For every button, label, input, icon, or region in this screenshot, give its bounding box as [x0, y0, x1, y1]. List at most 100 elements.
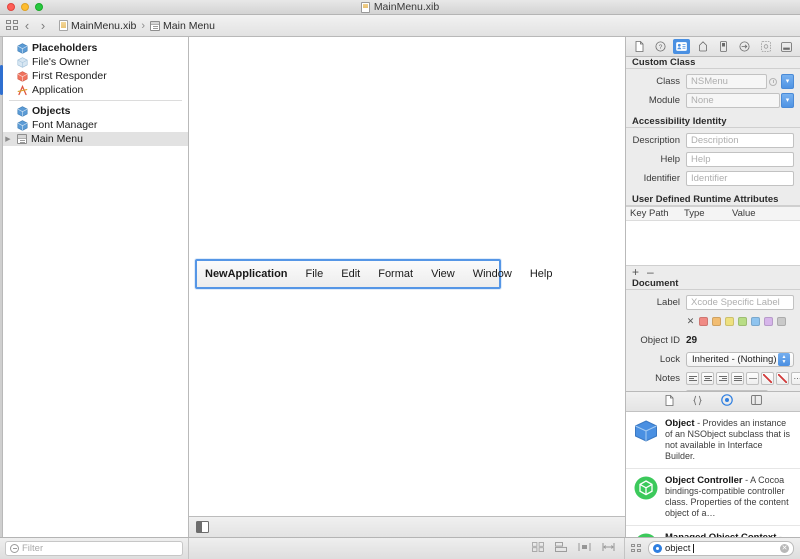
- green-database-icon: [633, 532, 659, 537]
- editor-area: NewApplication File Edit Format View Win…: [189, 37, 625, 537]
- menu-item-app-name[interactable]: NewApplication: [203, 261, 297, 287]
- menu-item-format[interactable]: Format: [369, 261, 422, 287]
- outline-group-label: Objects: [32, 105, 71, 117]
- color-none-icon[interactable]: ✕: [686, 317, 695, 326]
- disclosure-triangle-icon[interactable]: ▶: [3, 136, 13, 143]
- help-input[interactable]: Help: [686, 152, 794, 167]
- class-input[interactable]: NSMenu: [686, 74, 767, 89]
- highlight-color-icon[interactable]: [776, 372, 789, 385]
- menu-item-help[interactable]: Help: [521, 261, 562, 287]
- left-panel-toggle-icon[interactable]: [196, 521, 209, 533]
- file-template-library-tab[interactable]: [665, 394, 674, 409]
- navigator-grid-icon[interactable]: [6, 20, 19, 31]
- object-id-row: Object ID 29: [626, 332, 794, 349]
- outline-group-objects[interactable]: Objects: [3, 104, 188, 118]
- color-swatch-blue[interactable]: [751, 317, 760, 326]
- color-swatch-orange[interactable]: [712, 317, 721, 326]
- lock-label: Lock: [659, 354, 680, 365]
- align-right-icon[interactable]: [716, 372, 729, 385]
- clear-icon[interactable]: ✕: [780, 544, 789, 553]
- identity-inspector-tab[interactable]: [673, 39, 690, 54]
- chevron-left-icon[interactable]: ‹: [19, 19, 35, 32]
- class-dropdown-icon[interactable]: ▾: [781, 74, 794, 89]
- menu-item-file[interactable]: File: [297, 261, 333, 287]
- align-horizontal-icon[interactable]: [578, 542, 591, 555]
- xcode-label-input[interactable]: Xcode Specific Label: [686, 295, 794, 310]
- module-input[interactable]: None: [686, 93, 780, 108]
- library-item-text: Object - Provides an instance of an NSOb…: [665, 418, 794, 462]
- color-swatch-yellow[interactable]: [725, 317, 734, 326]
- search-input[interactable]: object ✕: [648, 541, 794, 556]
- close-window-button[interactable]: [7, 3, 15, 11]
- scrollbar-thumb[interactable]: [0, 65, 3, 95]
- left-edge-scrollbar[interactable]: [0, 37, 3, 537]
- lock-stepper-icon[interactable]: ▲ ▼: [778, 353, 790, 366]
- align-left-icon[interactable]: [686, 372, 699, 385]
- breadcrumb-item-xib[interactable]: MainMenu.xib: [71, 20, 136, 32]
- attributes-inspector-tab[interactable]: [694, 39, 711, 54]
- lock-dropdown[interactable]: Inherited - (Nothing) ▲ ▼: [686, 352, 794, 367]
- minimize-window-button[interactable]: [21, 3, 29, 11]
- add-attribute-button[interactable]: +: [632, 266, 639, 278]
- outline-item-font-manager[interactable]: Font Manager: [3, 118, 188, 132]
- color-swatch-gray[interactable]: [777, 317, 786, 326]
- accessibility-section-header: Accessibility Identity: [626, 116, 800, 128]
- list-item[interactable]: Object Controller - A Cocoa bindings-com…: [626, 469, 800, 526]
- outline-item-first-responder[interactable]: First Responder: [3, 69, 188, 83]
- quick-help-inspector-tab[interactable]: ?: [652, 39, 669, 54]
- align-stack-icon[interactable]: [555, 542, 567, 555]
- more-options-icon[interactable]: ⋯: [791, 372, 800, 385]
- menu-item-window[interactable]: Window: [464, 261, 521, 287]
- size-inspector-tab[interactable]: [715, 39, 732, 54]
- align-center-icon[interactable]: [701, 372, 714, 385]
- identifier-input[interactable]: Identifier: [686, 171, 794, 186]
- module-dropdown-icon[interactable]: ▾: [781, 93, 794, 108]
- class-clear-icon[interactable]: [769, 77, 777, 86]
- breadcrumb-item-mainmenu[interactable]: Main Menu: [163, 20, 215, 32]
- description-field-label: Description: [632, 135, 680, 146]
- list-item[interactable]: Object - Provides an instance of an NSOb…: [626, 412, 800, 469]
- outline-item-label: Application: [32, 84, 84, 96]
- interface-builder-canvas[interactable]: NewApplication File Edit Format View Win…: [189, 37, 625, 516]
- cube-blue-icon: [17, 105, 28, 117]
- inspector-content: Custom Class Class NSMenu ▾ Module None …: [626, 57, 800, 391]
- description-input[interactable]: Description: [686, 133, 794, 148]
- align-grid-icon[interactable]: [532, 542, 544, 555]
- outline-item-files-owner[interactable]: File's Owner: [3, 55, 188, 69]
- color-swatch-red[interactable]: [699, 317, 708, 326]
- column-type: Type: [684, 208, 705, 219]
- align-justify-icon[interactable]: [731, 372, 744, 385]
- outline-item-main-menu[interactable]: ▶ Main Menu: [3, 132, 188, 146]
- menu-item-view[interactable]: View: [422, 261, 464, 287]
- outline-group-placeholders[interactable]: Placeholders: [3, 41, 188, 55]
- svg-text:?: ?: [659, 44, 663, 51]
- label-field-label: Label: [656, 297, 680, 308]
- object-library-tab[interactable]: [720, 394, 733, 409]
- code-snippet-library-tab[interactable]: [692, 395, 703, 409]
- outline-item-label: First Responder: [32, 70, 107, 82]
- align-vertical-icon[interactable]: [602, 542, 615, 555]
- media-library-tab[interactable]: [750, 395, 762, 408]
- breadcrumb: MainMenu.xib › Main Menu: [59, 20, 215, 32]
- notes-label: Notes: [655, 373, 680, 384]
- connections-inspector-tab[interactable]: [736, 39, 753, 54]
- chevron-right-icon[interactable]: ›: [35, 19, 51, 32]
- color-swatch-green[interactable]: [738, 317, 747, 326]
- remove-attribute-button[interactable]: –: [647, 266, 654, 278]
- filter-input[interactable]: Filter: [5, 541, 183, 556]
- text-color-icon[interactable]: [761, 372, 774, 385]
- color-swatch-purple[interactable]: [764, 317, 773, 326]
- runtime-attributes-empty-body[interactable]: [626, 221, 800, 265]
- outline-item-application[interactable]: Application: [3, 83, 188, 97]
- maximize-window-button[interactable]: [35, 3, 43, 11]
- list-item[interactable]: Managed Object Context - An instance of …: [626, 526, 800, 537]
- main-menu-object[interactable]: NewApplication File Edit Format View Win…: [195, 259, 552, 289]
- menu-item-edit[interactable]: Edit: [332, 261, 369, 287]
- library-grid-icon[interactable]: [631, 543, 642, 554]
- inspector-tab-bar: ?: [626, 37, 800, 57]
- bindings-inspector-tab[interactable]: [757, 39, 774, 54]
- file-inspector-tab[interactable]: [631, 39, 648, 54]
- dashed-line-icon[interactable]: [746, 372, 759, 385]
- breadcrumb-separator: ›: [141, 19, 146, 32]
- view-effects-inspector-tab[interactable]: [778, 39, 795, 54]
